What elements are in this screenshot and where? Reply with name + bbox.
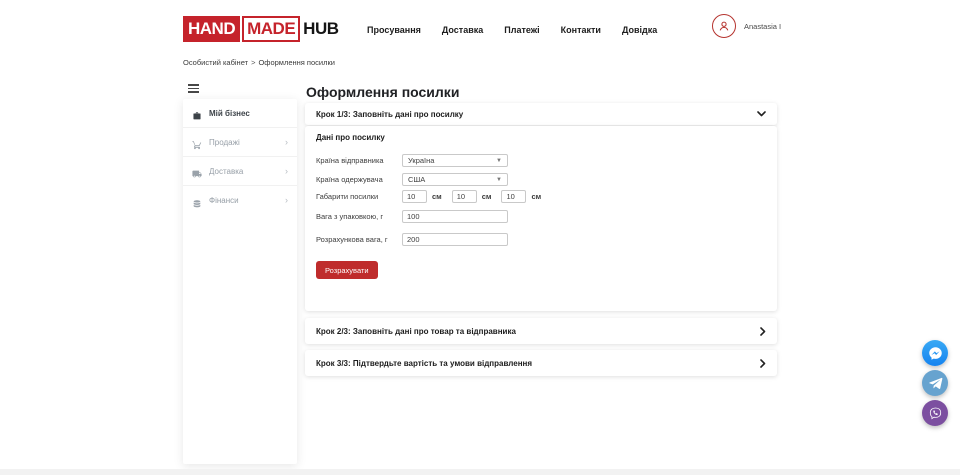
chevron-right-icon: › <box>285 196 288 205</box>
sidebar-item-my-business[interactable]: Мій бізнес <box>183 99 297 128</box>
menu-toggle-icon[interactable] <box>188 84 199 93</box>
sidebar-item-finances[interactable]: Фінанси › <box>183 186 297 215</box>
brand-logo[interactable]: HAND MADE HUB <box>183 16 339 42</box>
weight-packed-label: Вага з упаковкою, г <box>316 212 402 221</box>
breadcrumb-parent[interactable]: Особистий кабінет <box>183 58 248 67</box>
nav-help[interactable]: Довідка <box>622 25 657 35</box>
viber-button[interactable] <box>922 400 948 426</box>
user-account[interactable]: Anastasia I <box>712 14 781 38</box>
unit-cm-label: см <box>432 192 442 201</box>
nav-delivery[interactable]: Доставка <box>442 25 483 35</box>
viber-icon <box>928 406 943 421</box>
chevron-right-icon: › <box>285 138 288 147</box>
nav-contacts[interactable]: Контакти <box>561 25 601 35</box>
recipient-country-value: США <box>408 175 496 184</box>
sidebar-item-label: Продажі <box>209 138 285 147</box>
breadcrumb-current: Оформлення посилки <box>258 58 335 67</box>
chevron-down-icon <box>757 111 766 117</box>
avatar <box>712 14 736 38</box>
accordion-step-1-header[interactable]: Крок 1/3: Заповніть дані про посилку <box>305 103 777 125</box>
briefcase-icon <box>192 108 202 118</box>
nav-payments[interactable]: Платежі <box>504 25 539 35</box>
cart-icon <box>192 137 202 147</box>
select-caret-icon: ▼ <box>496 158 502 164</box>
form-row-sender-country: Країна відправника Україна ▼ <box>316 154 766 167</box>
coins-icon <box>192 196 202 206</box>
footer-strip <box>0 469 960 475</box>
unit-cm-label: см <box>482 192 492 201</box>
messenger-icon <box>928 346 943 361</box>
form-section-title: Дані про посилку <box>316 133 385 142</box>
breadcrumb: Особистий кабінет>Оформлення посилки <box>183 58 335 67</box>
telegram-button[interactable] <box>922 370 948 396</box>
dimension-length-input[interactable] <box>402 190 427 203</box>
accordion-step-2-header[interactable]: Крок 2/3: Заповніть дані про товар та ві… <box>305 318 777 344</box>
weight-packed-input[interactable] <box>402 210 508 223</box>
sender-country-select[interactable]: Україна ▼ <box>402 154 508 167</box>
chevron-right-icon <box>760 359 766 368</box>
sidebar-item-label: Мій бізнес <box>209 109 288 118</box>
messenger-button[interactable] <box>922 340 948 366</box>
weight-estimated-input[interactable] <box>402 233 508 246</box>
chevron-right-icon: › <box>285 167 288 176</box>
step-3-label: Крок 3/3: Підтвердьте вартість та умови … <box>316 359 760 368</box>
step-2-label: Крок 2/3: Заповніть дані про товар та ві… <box>316 327 760 336</box>
sidebar-item-delivery[interactable]: Доставка › <box>183 157 297 186</box>
dimensions-label: Габарити посилки <box>316 192 402 201</box>
form-row-weight-estimated: Розрахункова вага, г <box>316 233 766 246</box>
sidebar: Мій бізнес Продажі › Доставка › Фінанси … <box>183 99 297 464</box>
person-icon <box>717 19 731 33</box>
sidebar-item-label: Фінанси <box>209 196 285 205</box>
logo-hand: HAND <box>183 16 240 42</box>
page: HAND MADE HUB Просування Доставка Платеж… <box>0 0 960 475</box>
dimension-width-input[interactable] <box>452 190 477 203</box>
logo-hub: HUB <box>300 19 338 39</box>
sidebar-item-sales[interactable]: Продажі › <box>183 128 297 157</box>
form-row-weight-packed: Вага з упаковкою, г <box>316 210 766 223</box>
recipient-country-label: Країна одержувача <box>316 175 402 184</box>
chevron-right-icon <box>760 327 766 336</box>
top-navigation: Просування Доставка Платежі Контакти Дов… <box>367 25 657 35</box>
calculate-button[interactable]: Розрахувати <box>316 261 378 279</box>
logo-made: MADE <box>242 16 300 42</box>
breadcrumb-separator: > <box>251 58 255 67</box>
recipient-country-select[interactable]: США ▼ <box>402 173 508 186</box>
sender-country-value: Україна <box>408 156 496 165</box>
sender-country-label: Країна відправника <box>316 156 402 165</box>
sidebar-item-label: Доставка <box>209 167 285 176</box>
accordion-step-3-header[interactable]: Крок 3/3: Підтвердьте вартість та умови … <box>305 350 777 376</box>
user-name: Anastasia I <box>744 22 781 31</box>
nav-promotion[interactable]: Просування <box>367 25 421 35</box>
select-caret-icon: ▼ <box>496 177 502 183</box>
truck-icon <box>192 166 202 176</box>
dimension-height-input[interactable] <box>501 190 526 203</box>
form-row-dimensions: Габарити посилки см см см <box>316 190 766 203</box>
step-1-panel: Дані про посилку Країна відправника Укра… <box>305 126 777 311</box>
step-1-label: Крок 1/3: Заповніть дані про посилку <box>316 110 757 119</box>
telegram-icon <box>928 376 943 391</box>
form-row-recipient-country: Країна одержувача США ▼ <box>316 173 766 186</box>
unit-cm-label: см <box>531 192 541 201</box>
weight-estimated-label: Розрахункова вага, г <box>316 235 402 244</box>
page-title: Оформлення посилки <box>306 84 459 100</box>
